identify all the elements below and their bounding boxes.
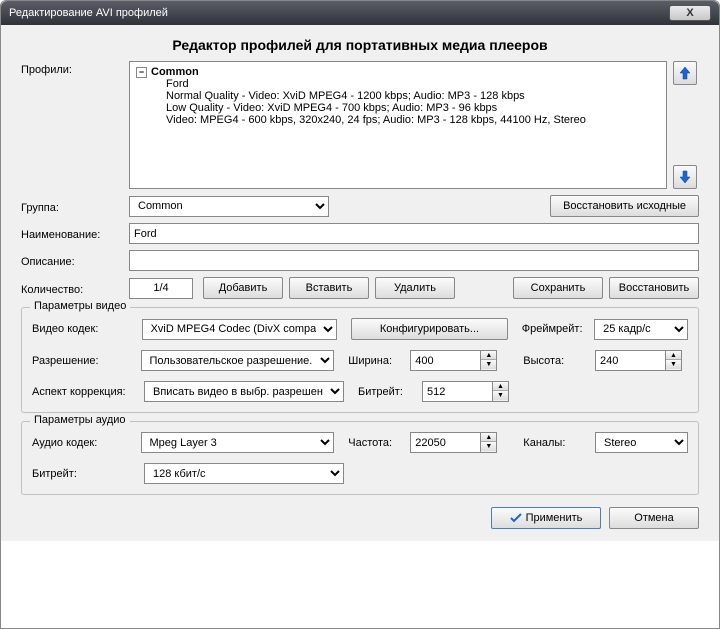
spin-up-icon[interactable]: ▲ (493, 382, 508, 391)
arrow-down-icon (678, 170, 692, 184)
audio-legend: Параметры аудио (30, 414, 130, 426)
description-label: Описание: (21, 253, 129, 268)
move-up-button[interactable] (673, 61, 697, 85)
close-button[interactable]: X (669, 5, 711, 21)
profiles-tree[interactable]: −Common Ford Normal Quality - Video: Xvi… (129, 61, 667, 189)
spin-up-icon[interactable]: ▲ (481, 351, 496, 360)
audio-bitrate-label: Битрейт: (32, 468, 144, 480)
profiles-label: Профили: (21, 61, 129, 76)
freq-label: Частота: (348, 437, 410, 449)
video-bitrate-stepper[interactable]: ▲▼ (422, 381, 518, 402)
delete-button[interactable]: Удалить (375, 277, 455, 299)
aspect-select[interactable]: Вписать видео в выбр. разрешение (144, 381, 344, 402)
restore-defaults-button[interactable]: Восстановить исходные (550, 195, 699, 217)
width-label: Ширина: (348, 355, 410, 367)
tree-item[interactable]: Ford (136, 78, 660, 90)
video-codec-label: Видео кодек: (32, 323, 142, 335)
audio-bitrate-select[interactable]: 128 кбит/c (144, 463, 344, 484)
framerate-label: Фреймрейт: (522, 323, 594, 335)
apply-button[interactable]: Применить (491, 507, 601, 529)
titlebar: Редактирование AVI профилей X (1, 1, 719, 25)
description-input[interactable] (129, 250, 699, 271)
page-title: Редактор профилей для портативных медиа … (21, 37, 699, 53)
spin-down-icon[interactable]: ▼ (481, 442, 496, 451)
add-button[interactable]: Добавить (203, 277, 283, 299)
framerate-select[interactable]: 25 кадр/c (594, 319, 688, 340)
arrow-up-icon (678, 66, 692, 80)
freq-stepper[interactable]: ▲▼ (410, 432, 503, 453)
cancel-button[interactable]: Отмена (609, 507, 699, 529)
tree-root[interactable]: −Common (136, 66, 660, 78)
height-label: Высота: (523, 355, 595, 367)
video-legend: Параметры видео (30, 300, 130, 312)
video-codec-select[interactable]: XviD MPEG4 Codec (DivX compatible) (142, 319, 338, 340)
spin-up-icon[interactable]: ▲ (481, 433, 496, 442)
group-label: Группа: (21, 199, 129, 214)
tree-collapse-icon[interactable]: − (136, 67, 147, 78)
tree-item[interactable]: Low Quality - Video: XviD MPEG4 - 700 kb… (136, 102, 660, 114)
audio-codec-select[interactable]: Mpeg Layer 3 (141, 432, 335, 453)
audio-codec-label: Аудио кодек: (32, 437, 141, 449)
name-input[interactable] (129, 223, 699, 244)
quantity-field (129, 278, 193, 299)
group-select[interactable]: Common (129, 196, 329, 217)
check-icon (510, 512, 522, 524)
move-down-button[interactable] (673, 165, 697, 189)
close-icon: X (686, 7, 693, 19)
spin-up-icon[interactable]: ▲ (666, 351, 681, 360)
aspect-label: Аспект коррекция: (32, 386, 144, 398)
spin-down-icon[interactable]: ▼ (481, 360, 496, 369)
channels-select[interactable]: Stereo (595, 432, 688, 453)
resolution-select[interactable]: Пользовательское разрешение... (141, 350, 335, 371)
resolution-label: Разрешение: (32, 355, 141, 367)
window-title: Редактирование AVI профилей (9, 7, 669, 19)
configure-button[interactable]: Конфигурировать... (351, 318, 508, 340)
save-button[interactable]: Сохранить (513, 277, 603, 299)
height-stepper[interactable]: ▲▼ (595, 350, 688, 371)
spin-down-icon[interactable]: ▼ (666, 360, 681, 369)
restore-button[interactable]: Восстановить (609, 277, 699, 299)
tree-item[interactable]: Normal Quality - Video: XviD MPEG4 - 120… (136, 90, 660, 102)
audio-params-group: Параметры аудио Аудио кодек: Mpeg Layer … (21, 421, 699, 495)
channels-label: Каналы: (523, 437, 595, 449)
width-stepper[interactable]: ▲▼ (410, 350, 503, 371)
quantity-label: Количество: (21, 281, 129, 296)
video-params-group: Параметры видео Видео кодек: XviD MPEG4 … (21, 307, 699, 413)
video-bitrate-label: Битрейт: (358, 386, 422, 398)
spin-down-icon[interactable]: ▼ (493, 391, 508, 400)
name-label: Наименование: (21, 226, 129, 241)
insert-button[interactable]: Вставить (289, 277, 369, 299)
tree-item[interactable]: Video: MPEG4 - 600 kbps, 320x240, 24 fps… (136, 114, 660, 126)
